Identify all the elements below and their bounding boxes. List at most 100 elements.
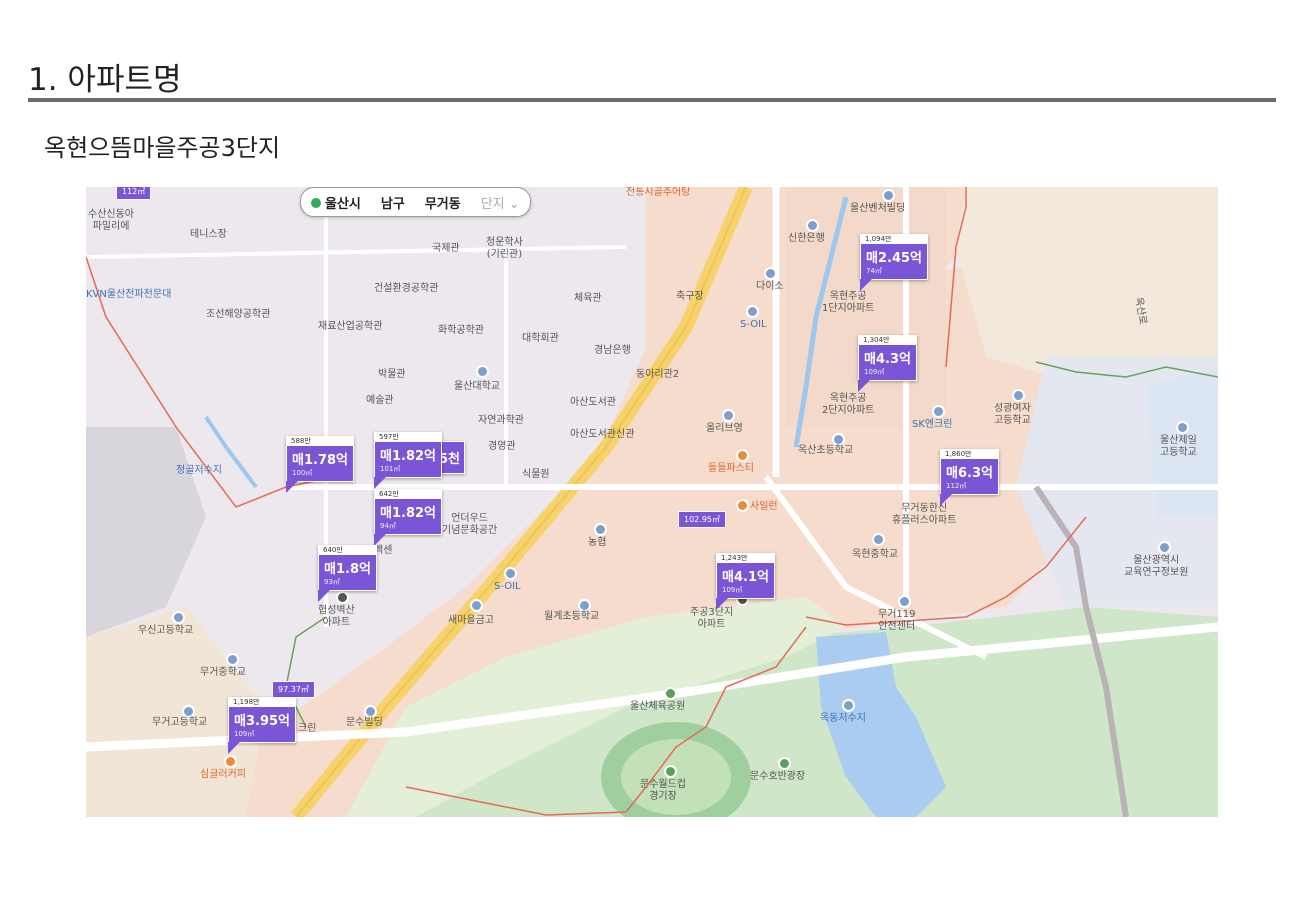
- place-label: 수산신동아 파밀리에: [88, 209, 134, 232]
- place-label: 청운학사 (기린관): [486, 237, 523, 260]
- place-label: 박물관: [378, 369, 406, 380]
- place-label: 들들파스티: [708, 463, 754, 474]
- place-label: 크린: [298, 723, 317, 734]
- school-icon: [172, 611, 185, 624]
- place-label: 옥동저수지: [820, 713, 866, 724]
- place-label: SK엔크린: [912, 419, 953, 430]
- place-label: 새마을금고: [448, 615, 494, 626]
- place-label: S-OIL: [740, 319, 767, 330]
- place-label: 다이소: [756, 281, 784, 292]
- bank-icon: [470, 599, 483, 612]
- store-icon: [764, 267, 777, 280]
- apartment-name: 옥현으뜸마을주공3단지: [44, 134, 281, 162]
- place-label: 옥현주공 2단지아파트: [822, 393, 875, 416]
- school-icon: [476, 365, 489, 378]
- lake-icon: [842, 699, 855, 712]
- building-icon: [882, 189, 895, 202]
- place-label: 건설환경공학관: [374, 283, 439, 294]
- place-label: 재료산업공학관: [318, 321, 383, 332]
- place-label: 언더우드 기념문화공간: [442, 513, 498, 536]
- place-label: 문수호반광장: [750, 771, 806, 782]
- price-marker[interactable]: 642만 매1.82억 94㎡: [374, 489, 442, 546]
- price-marker[interactable]: 1,198만 매3.95억 109㎡: [228, 697, 296, 754]
- place-label: 조선해양공학관: [206, 309, 271, 320]
- restaurant-icon: [736, 499, 749, 512]
- place-label: 정골저수지: [176, 465, 222, 476]
- fire-station-icon: [898, 595, 911, 608]
- place-label: 울산체육공원: [630, 701, 686, 712]
- dong-selector[interactable]: 무거동: [425, 193, 461, 212]
- price-marker[interactable]: 1,094만 매2.45억 74㎡: [860, 234, 928, 291]
- price-marker[interactable]: 1,860만 매6.3억 112㎡: [940, 449, 999, 506]
- place-label: 신한은행: [788, 233, 825, 244]
- place-label: 옥현주공 1단지아파트: [822, 291, 875, 314]
- price-marker[interactable]: 597만 매1.82억 101㎡: [374, 432, 442, 489]
- place-label: 우신고등학교: [138, 625, 194, 636]
- school-icon: [872, 533, 885, 546]
- place-label: 월계초등학교: [544, 611, 600, 622]
- place-label: 사일런: [750, 501, 778, 512]
- gas-station-icon: [932, 405, 945, 418]
- title-divider: [28, 98, 1276, 102]
- price-marker[interactable]: 588만 매1.78억 100㎡: [286, 436, 354, 493]
- place-label: 울산광역시 교육연구정보원: [1124, 555, 1189, 578]
- place-label: 경남은행: [594, 345, 631, 356]
- park-icon: [778, 757, 791, 770]
- place-label: 심글러커피: [200, 769, 246, 780]
- place-label: 자연과학관: [478, 415, 524, 426]
- place-label: 무거119 안전센터: [878, 609, 916, 632]
- place-label: 아산도서관: [570, 397, 616, 408]
- place-label: 울산벤처빌딩: [850, 203, 906, 214]
- location-pin-icon: [311, 197, 321, 208]
- map-view[interactable]: 울산시 남구 무거동 단지 ⌄ 수산신동아 파밀리에 테니스장 KVN울산전파천…: [86, 187, 1218, 817]
- bank-icon: [594, 523, 607, 536]
- area-tag[interactable]: 102.95㎡: [678, 511, 726, 528]
- place-label: 국제관: [432, 243, 460, 254]
- place-label: 대학회관: [522, 333, 559, 344]
- place-label: S-OIL: [494, 581, 521, 592]
- school-icon: [1176, 421, 1189, 434]
- place-label: 협성벽산 아파트: [318, 605, 355, 628]
- apartment-icon: [336, 591, 349, 604]
- cafe-icon: [224, 755, 237, 768]
- stadium-icon: [664, 765, 677, 778]
- place-label: 예술관: [366, 395, 394, 406]
- place-label: 옥산초등학교: [798, 445, 854, 456]
- place-label: 테니스장: [190, 229, 227, 240]
- page-title: 1. 아파트명: [28, 62, 182, 98]
- restaurant-icon: [736, 449, 749, 462]
- place-label: 동아리관2: [636, 369, 680, 380]
- place-label: 무거동한신 휴플러스아파트: [892, 503, 957, 526]
- area-tag[interactable]: 97.37㎡: [272, 681, 315, 698]
- gas-station-icon: [504, 567, 517, 580]
- gas-station-icon: [746, 305, 759, 318]
- place-label: 축구장: [676, 291, 704, 302]
- price-marker[interactable]: 640만 매1.8억 93㎡: [318, 545, 377, 602]
- place-label: 식물원: [522, 469, 550, 480]
- place-label: 주공3단지 아파트: [690, 607, 734, 630]
- place-label: 화학공학관: [438, 325, 484, 336]
- location-bar[interactable]: 울산시 남구 무거동 단지 ⌄: [300, 187, 531, 217]
- place-label: 올리브영: [706, 423, 743, 434]
- chevron-down-icon: ⌄: [508, 196, 520, 212]
- school-icon: [226, 653, 239, 666]
- place-label: 문수빌딩: [346, 717, 383, 728]
- complex-selector[interactable]: 단지 ⌄: [481, 193, 520, 212]
- place-label: 무거중학교: [200, 667, 246, 678]
- place-label: 옥현중학교: [852, 549, 898, 560]
- place-label: 울산대학교: [454, 381, 500, 392]
- park-icon: [664, 687, 677, 700]
- place-label: 전통시골추어탕: [626, 187, 691, 198]
- city-selector[interactable]: 울산시: [311, 193, 361, 212]
- bank-icon: [806, 219, 819, 232]
- place-label: 체육관: [574, 293, 602, 304]
- price-marker[interactable]: 1,304만 매4.3억 109㎡: [858, 335, 917, 392]
- district-selector[interactable]: 남구: [381, 193, 405, 212]
- place-label: 무거고등학교: [152, 717, 208, 728]
- price-marker-selected[interactable]: 1,243만 매4.1억 109㎡: [716, 553, 775, 610]
- store-icon: [722, 409, 735, 422]
- place-label: 성광여자 고등학교: [994, 403, 1031, 426]
- school-icon: [1012, 389, 1025, 402]
- area-tag[interactable]: 112㎡: [116, 187, 152, 200]
- place-label: 경영관: [488, 441, 516, 452]
